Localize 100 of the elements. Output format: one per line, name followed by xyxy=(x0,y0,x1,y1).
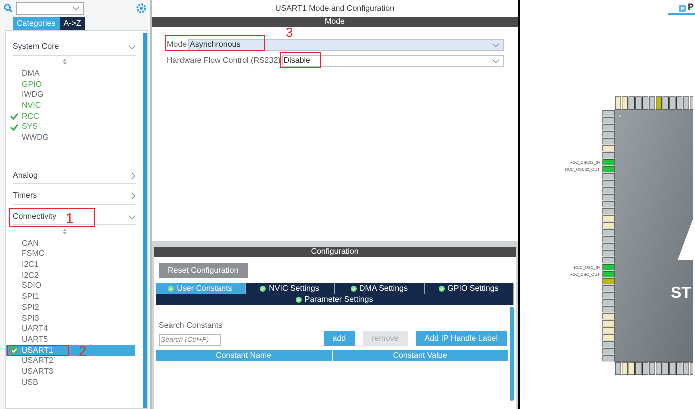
highlight-box xyxy=(280,52,321,68)
pin[interactable] xyxy=(602,201,615,208)
peripheral-item[interactable]: USB xyxy=(6,377,135,388)
peripheral-item[interactable]: I2C2 xyxy=(6,270,135,282)
category-header[interactable]: System Core xyxy=(13,40,136,56)
pin[interactable] xyxy=(602,278,615,285)
chevron-right-icon xyxy=(131,192,136,200)
pin[interactable] xyxy=(602,166,615,173)
pin[interactable] xyxy=(602,250,615,257)
pin[interactable] xyxy=(602,320,615,327)
pin[interactable] xyxy=(628,96,635,110)
action-button[interactable]: Add IP Handle Label xyxy=(416,331,507,346)
pin[interactable] xyxy=(602,334,615,341)
peripheral-item[interactable]: FSMC xyxy=(6,249,135,260)
peripheral-item[interactable]: SPI2 xyxy=(6,302,135,314)
scrollbar[interactable] xyxy=(143,33,147,408)
check-circle-icon xyxy=(260,286,266,292)
pin[interactable] xyxy=(602,271,615,278)
pin[interactable] xyxy=(602,257,615,264)
pin[interactable] xyxy=(602,222,615,229)
pin[interactable] xyxy=(602,215,615,222)
pin[interactable] xyxy=(602,117,615,124)
pin[interactable] xyxy=(676,362,683,376)
pin[interactable] xyxy=(602,341,615,348)
pin[interactable] xyxy=(602,306,615,313)
pin[interactable] xyxy=(622,362,628,376)
config-tab[interactable]: User Constants xyxy=(156,283,246,294)
category-tab[interactable]: Categories xyxy=(13,17,60,30)
pin[interactable] xyxy=(602,180,615,187)
peripheral-item[interactable]: RCC xyxy=(6,111,135,122)
category-header[interactable]: Analog xyxy=(13,168,136,184)
pin[interactable] xyxy=(602,243,615,250)
sort-icon xyxy=(62,59,66,66)
peripheral-item[interactable]: USART1 2 xyxy=(6,345,135,356)
chevron-down-icon xyxy=(128,214,136,220)
chevron-down-icon xyxy=(128,44,136,50)
pin[interactable] xyxy=(622,96,628,110)
dropdown[interactable]: Asynchronous xyxy=(188,39,504,51)
category-header[interactable]: Connectivity 1 xyxy=(13,210,136,226)
pin[interactable] xyxy=(642,96,649,110)
peripheral-item[interactable]: UART4 xyxy=(6,324,135,335)
pin[interactable] xyxy=(602,208,615,215)
pin[interactable] xyxy=(602,313,615,320)
peripheral-item[interactable]: DMA xyxy=(6,68,135,80)
config-tab[interactable]: GPIO Settings xyxy=(424,283,514,294)
category-tab[interactable]: A->Z xyxy=(60,17,86,30)
peripheral-item[interactable]: SDIO xyxy=(6,281,135,292)
pin[interactable] xyxy=(602,152,615,159)
column-header: Constant Name xyxy=(156,350,332,361)
config-tab[interactable]: Parameter Settings xyxy=(156,294,514,305)
category-header[interactable]: Timers xyxy=(13,189,136,205)
view-tab[interactable]: P xyxy=(668,3,695,15)
pin[interactable] xyxy=(628,362,635,376)
config-tab[interactable]: DMA Settings xyxy=(335,283,424,294)
pin[interactable] xyxy=(602,229,615,236)
pin[interactable] xyxy=(602,236,615,243)
peripheral-item[interactable]: NVIC xyxy=(6,100,135,112)
pin[interactable] xyxy=(602,124,615,131)
pin[interactable] xyxy=(602,348,615,355)
pin[interactable] xyxy=(602,187,615,194)
peripheral-item[interactable]: I2C1 xyxy=(6,260,135,270)
pin[interactable] xyxy=(602,355,615,362)
pin[interactable] xyxy=(602,145,615,152)
peripheral-item[interactable]: USART3 xyxy=(6,366,135,378)
field-label: Mode xyxy=(167,39,188,51)
pin[interactable] xyxy=(602,110,615,117)
pin[interactable] xyxy=(662,362,669,376)
pin[interactable] xyxy=(656,96,662,110)
pin[interactable] xyxy=(602,292,615,299)
pin[interactable] xyxy=(602,285,615,292)
peripheral-item[interactable]: SPI3 xyxy=(6,313,135,324)
scrollbar[interactable] xyxy=(510,307,514,401)
pin[interactable] xyxy=(602,138,615,145)
peripheral-item[interactable]: IWDG xyxy=(6,90,135,101)
peripheral-item[interactable]: SYS xyxy=(6,122,135,133)
pin[interactable] xyxy=(642,362,649,376)
peripheral-item[interactable]: USART2 xyxy=(6,356,135,367)
peripheral-item[interactable]: CAN xyxy=(6,238,135,250)
pin[interactable] xyxy=(656,362,662,376)
pin[interactable] xyxy=(602,173,615,180)
peripheral-item[interactable]: GPIO xyxy=(6,79,135,90)
pin[interactable] xyxy=(602,264,615,271)
pin[interactable] xyxy=(602,299,615,306)
pin[interactable] xyxy=(602,327,615,334)
peripheral-item[interactable]: UART5 xyxy=(6,334,135,346)
reset-button[interactable]: Reset Configuration xyxy=(159,263,248,278)
pin[interactable] xyxy=(602,131,615,138)
action-button[interactable]: add xyxy=(324,331,356,346)
pin[interactable] xyxy=(602,159,615,166)
chip-icon xyxy=(679,4,686,12)
dropdown[interactable]: Disable xyxy=(282,55,504,67)
peripheral-item[interactable]: SPI1 xyxy=(6,292,135,302)
pin[interactable] xyxy=(676,96,683,110)
field-label: Hardware Flow Control (RS232) xyxy=(167,55,282,67)
pin[interactable] xyxy=(602,194,615,201)
sort-icon xyxy=(62,228,66,235)
pin[interactable] xyxy=(615,96,622,110)
peripheral-item[interactable]: WWDG xyxy=(6,132,135,144)
config-tab[interactable]: NVIC Settings xyxy=(246,283,335,294)
pin[interactable] xyxy=(662,96,669,110)
